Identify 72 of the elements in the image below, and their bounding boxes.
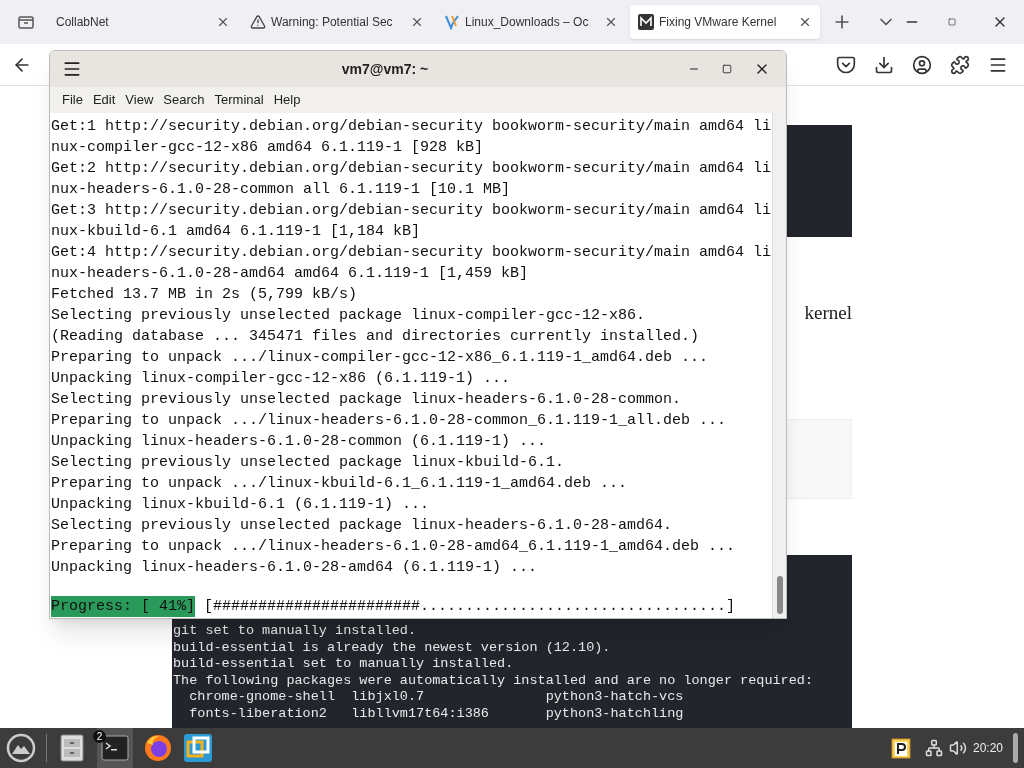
article-text: kernel (804, 300, 852, 325)
terminal-line: Selecting previously unselected package linux-kbuild-6.1. (51, 453, 566, 473)
menu-item[interactable]: File (58, 90, 87, 110)
terminal-line: Get:1 http://security.debian.org/debian-security bookworm-security/main amd64 li (51, 117, 772, 137)
terminal-line: nux-compiler-gcc-12-x86 amd64 6.1.119-1 [928 kB] (51, 138, 485, 158)
code-line: build-essential is already the newest version (12.10). (173, 639, 612, 656)
maximize-icon[interactable] (722, 64, 732, 74)
count-badge: 2 (93, 730, 106, 743)
terminal-line: (Reading database ... 345471 files and directories currently installed.) (51, 327, 701, 347)
terminal-line: Unpacking linux-headers-6.1.0-28-common (6.1.119-1) ... (51, 432, 548, 452)
menu-item[interactable]: Search (159, 90, 209, 110)
code-line: build-essential set to manually installed. (173, 656, 515, 673)
browser-tab[interactable]: CollabNet (48, 5, 238, 39)
terminal-line: Preparing to unpack .../linux-headers-6.1.0-28-amd64_6.1.119-1_amd64.deb ... (51, 537, 737, 557)
menu-item[interactable]: Terminal (210, 90, 268, 110)
terminal-line: Selecting previously unselected package linux-headers-6.1.0-28-common. (51, 390, 683, 410)
progress-bar-text: [#######################..................................] (204, 597, 736, 617)
code-line: The following packages were automatically installed and are no longer required: (173, 672, 814, 689)
terminal-line: Get:4 http://security.debian.org/debian-security bookworm-security/main amd64 li (51, 243, 772, 263)
network-icon[interactable] (924, 739, 943, 757)
close-icon[interactable] (798, 15, 812, 29)
terminal-icon[interactable] (101, 735, 129, 761)
code-line: fonts-liberation2 libllvm17t64:i386 python3-hatchling (188, 705, 685, 722)
menu-item[interactable]: Edit (88, 90, 120, 110)
terminal-line: nux-headers-6.1.0-28-amd64 amd64 6.1.119-1 [1,459 kB] (51, 264, 530, 284)
browser-icon[interactable] (143, 733, 173, 763)
extensions-icon[interactable] (950, 54, 970, 75)
code-line: chrome-gnome-shell libjxl0.7 python3-hatch-vcs (188, 689, 685, 706)
tab-title: Warning: Potential Sec (271, 14, 394, 31)
close-icon[interactable] (410, 15, 424, 29)
terminal-line: Preparing to unpack .../linux-headers-6.1.0-28-common_6.1.119-1_all.deb ... (51, 411, 728, 431)
volume-icon[interactable] (948, 739, 967, 757)
account-icon[interactable] (912, 54, 932, 75)
menu-item[interactable]: View (121, 90, 158, 110)
code-line: git set to manually installed. (173, 623, 418, 640)
logo-icon (444, 14, 460, 30)
terminal-line: Fetched 13.7 MB in 2s (5,799 kB/s) (51, 285, 359, 305)
close-icon[interactable] (604, 15, 618, 29)
terminal-line: Get:2 http://security.debian.org/debian-security bookworm-security/main amd64 li (51, 159, 772, 179)
file-cabinet-icon[interactable] (59, 734, 85, 762)
terminal-line: Unpacking linux-compiler-gcc-12-x86 (6.1.119-1) ... (51, 369, 512, 389)
browser-tab[interactable]: Warning: Potential Sec (242, 5, 432, 39)
terminal-line: Selecting previously unselected package linux-compiler-gcc-12-x86. (51, 306, 647, 326)
terminal-line: Unpacking linux-headers-6.1.0-28-amd64 (6.1.119-1) ... (51, 558, 539, 578)
scroll-handle[interactable] (1013, 733, 1018, 763)
tab-title: CollabNet (56, 14, 110, 31)
clock[interactable]: 20:20 (972, 739, 1003, 757)
warning-icon (250, 14, 266, 30)
scrollbar-thumb[interactable] (776, 576, 783, 614)
progress-label: Progress: [ 41%] (51, 596, 196, 617)
terminal-line: Get:3 http://security.debian.org/debian-security bookworm-security/main amd64 li (51, 201, 772, 221)
terminal-line: Preparing to unpack .../linux-compiler-gcc-12-x86_6.1.119-1_amd64.deb ... (51, 348, 710, 368)
terminal-line: Preparing to unpack .../linux-kbuild-6.1_6.1.119-1_amd64.deb ... (51, 474, 629, 494)
terminal-line: nux-kbuild-6.1 amd64 6.1.119-1 [1,184 kB] (51, 222, 422, 242)
terminal-line: Selecting previously unselected package linux-headers-6.1.0-28-amd64. (51, 516, 674, 536)
menu-icon[interactable] (62, 59, 82, 79)
mountain-logo-icon[interactable] (6, 733, 36, 763)
close-icon[interactable] (216, 15, 230, 29)
maximize-icon[interactable] (948, 18, 956, 26)
browser-tab[interactable]: Linux_Downloads – Oc (436, 5, 626, 39)
clipboard-icon[interactable] (890, 737, 911, 759)
logo-icon (638, 14, 654, 30)
menu-item[interactable]: Help (269, 90, 305, 110)
tab-title: Fixing VMware Kernel (659, 14, 778, 31)
pocket-icon[interactable] (836, 54, 856, 75)
overlapping-squares-icon[interactable] (183, 733, 213, 763)
tab-title: Linux_Downloads – Oc (465, 14, 590, 31)
terminal-line: Unpacking linux-kbuild-6.1 (6.1.119-1) ... (51, 495, 431, 515)
download-icon[interactable] (874, 54, 894, 75)
window-title: vm7@vm7: ~ (340, 59, 430, 79)
browser-tab[interactable]: Fixing VMware Kernel (630, 5, 820, 39)
terminal-line: nux-headers-6.1.0-28-common all 6.1.119-1 [10.1 MB] (51, 180, 512, 200)
